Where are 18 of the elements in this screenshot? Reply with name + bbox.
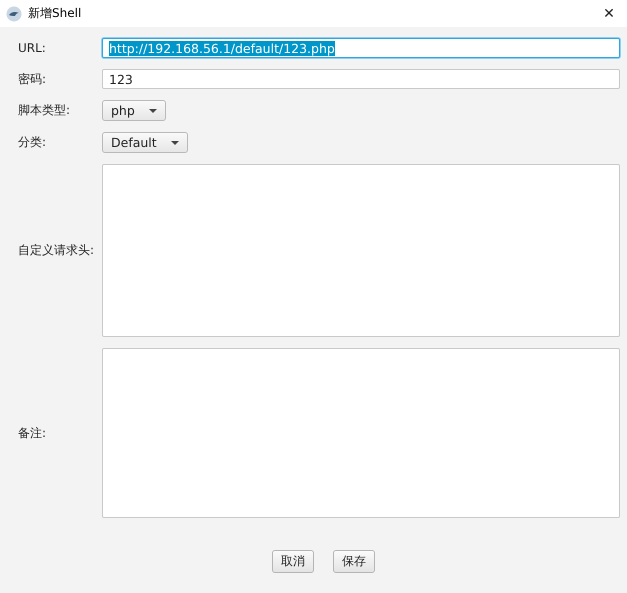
field-label: URL: [18,41,47,55]
field-label: 脚本类型: [18,102,72,119]
dropdown[interactable]: php [102,100,166,121]
caret-icon [148,108,157,112]
text-area[interactable] [102,164,620,337]
text-area[interactable] [102,348,620,518]
field-label: 密码: [18,70,48,88]
field-label: 自定义请求头: [18,242,96,259]
field-label: 备注: [18,424,48,442]
dialog-button[interactable]: 取消 [272,550,314,573]
input-field[interactable]: 123 [102,69,620,89]
app-logo-icon [6,6,22,22]
window-title: 新增Shell [28,5,82,22]
close-icon[interactable]: ✕ [599,6,619,22]
caret-icon [170,140,179,144]
dialog-button[interactable]: 保存 [333,550,375,573]
dropdown[interactable]: Default [102,132,188,153]
field-label: 分类: [18,134,48,151]
